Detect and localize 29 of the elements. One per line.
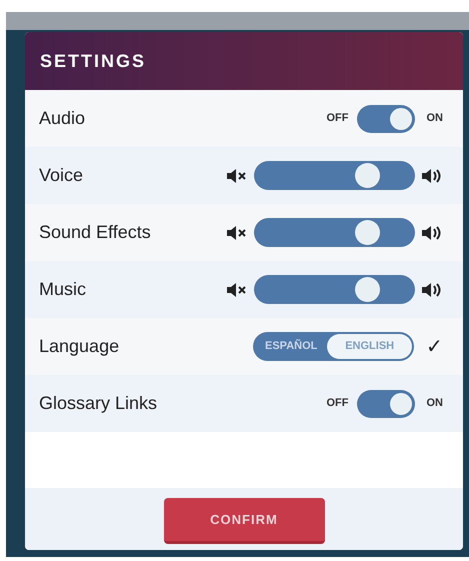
dialog-title: SETTINGS bbox=[40, 50, 146, 72]
checkmark: ✓ bbox=[426, 336, 443, 356]
setting-label: Sound Effects bbox=[39, 221, 151, 244]
volume-slider-track[interactable] bbox=[254, 275, 415, 304]
confirm-button[interactable]: CONFIRM bbox=[164, 498, 324, 544]
speaker-volume-icon bbox=[421, 166, 443, 184]
off-label: OFF bbox=[326, 396, 348, 412]
mute-icon bbox=[226, 168, 248, 182]
setting-label: Glossary Links bbox=[39, 392, 158, 415]
slider-thumb[interactable] bbox=[354, 220, 380, 245]
setting-label: Language bbox=[39, 335, 120, 358]
toggle-switch[interactable] bbox=[356, 390, 414, 418]
on-label: ON bbox=[426, 111, 443, 126]
off-label: OFF bbox=[326, 111, 348, 126]
volume-slider-track[interactable] bbox=[254, 218, 415, 247]
on-label: ON bbox=[426, 396, 443, 412]
language-option[interactable]: ESPAÑOL bbox=[255, 334, 328, 359]
slider-thumb[interactable] bbox=[354, 163, 380, 188]
toggle-switch[interactable] bbox=[356, 104, 414, 132]
speaker-volume-icon bbox=[421, 280, 443, 298]
slider-thumb[interactable] bbox=[354, 277, 380, 302]
language-option[interactable]: ENGLISH bbox=[327, 334, 412, 359]
setting-label: Audio bbox=[39, 107, 86, 130]
volume-slider-track[interactable] bbox=[254, 161, 415, 190]
setting-label: Voice bbox=[39, 164, 84, 187]
speaker-volume-icon bbox=[421, 224, 443, 242]
mute-icon bbox=[226, 226, 248, 240]
setting-label: Music bbox=[39, 278, 86, 301]
mute-icon bbox=[226, 282, 248, 296]
